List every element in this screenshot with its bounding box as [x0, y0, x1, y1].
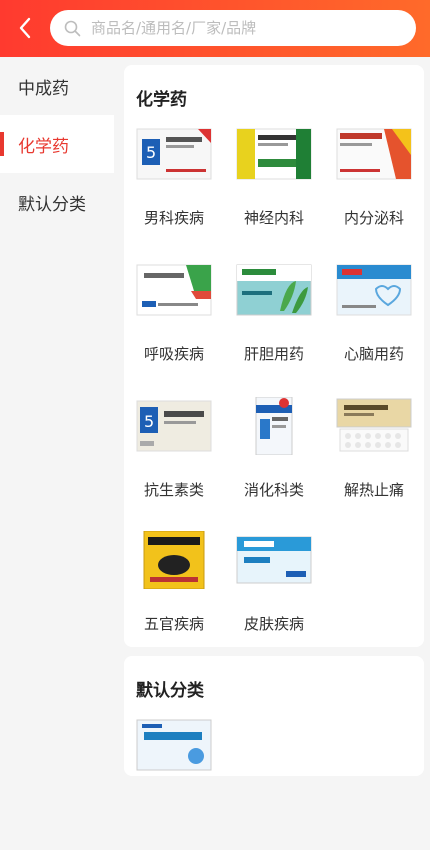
category-label: 五官疾病: [143, 615, 204, 633]
product-image: [236, 261, 312, 319]
product-image: [336, 397, 412, 455]
product-image: [236, 396, 312, 456]
svg-text:5: 5: [144, 412, 154, 431]
category-item[interactable]: 肝胆用药: [224, 261, 324, 395]
category-item[interactable]: 消化科类: [224, 396, 324, 531]
category-item[interactable]: 解热止痛: [324, 397, 424, 531]
svg-text:5: 5: [146, 143, 156, 162]
product-image: [236, 125, 312, 183]
product-image: [236, 531, 312, 589]
category-item[interactable]: 呼吸疾病: [124, 261, 224, 395]
category-label: 皮肤疾病: [243, 615, 304, 633]
back-button[interactable]: [12, 14, 38, 42]
category-item[interactable]: 心脑用药: [324, 261, 424, 395]
product-image: [336, 125, 412, 183]
header-bar: [0, 0, 430, 57]
sidebar-item-label: 化学药: [18, 136, 69, 157]
category-item[interactable]: 神经内科: [224, 125, 324, 259]
category-label: 肝胆用药: [243, 345, 304, 363]
sidebar-item-label: 默认分类: [18, 194, 86, 215]
sidebar-item-label: 中成药: [18, 78, 69, 99]
category-sidebar: 中成药 化学药 默认分类: [0, 57, 114, 765]
category-content: 化学药 5 男科疾病 神经内科 内分泌科 呼吸疾病 肝胆用药 心脑用药 5 抗生…: [114, 57, 430, 776]
category-item[interactable]: 内分泌科: [324, 125, 424, 259]
product-image: [336, 261, 412, 319]
product-image: [136, 716, 212, 774]
product-image: [136, 530, 212, 590]
category-item[interactable]: 5 抗生素类: [124, 397, 224, 531]
category-item[interactable]: 皮肤疾病: [224, 531, 324, 665]
category-label: 心脑用药: [343, 345, 404, 363]
category-item[interactable]: 五官疾病: [124, 530, 224, 665]
category-label: 内分泌科: [343, 209, 404, 227]
product-image: 5: [136, 397, 212, 455]
sidebar-item-zhongchengyao[interactable]: 中成药: [0, 57, 114, 115]
search-icon: [64, 20, 81, 36]
section-title: 化学药: [136, 90, 187, 110]
product-image: [136, 261, 212, 319]
category-label: 呼吸疾病: [143, 345, 204, 363]
category-label: 消化科类: [243, 481, 304, 499]
category-item[interactable]: 5 男科疾病: [124, 125, 224, 259]
section-card-huaxueyao: 化学药 5 男科疾病 神经内科 内分泌科 呼吸疾病 肝胆用药 心脑用药 5 抗生…: [124, 65, 424, 647]
sidebar-item-huaxueyao[interactable]: 化学药: [0, 115, 114, 173]
product-image: 5: [136, 125, 212, 183]
category-label: 神经内科: [243, 209, 304, 227]
sidebar-item-morenfenlei[interactable]: 默认分类: [0, 173, 114, 231]
search-box[interactable]: [50, 10, 416, 46]
category-label: 男科疾病: [143, 209, 204, 227]
category-label: 解热止痛: [343, 481, 404, 499]
section-card-morenfenlei: 默认分类: [124, 656, 424, 776]
chevron-left-icon: [19, 17, 31, 39]
search-input[interactable]: [89, 18, 393, 38]
section-title: 默认分类: [136, 681, 204, 701]
category-item[interactable]: [124, 716, 224, 850]
category-label: 抗生素类: [143, 481, 204, 499]
